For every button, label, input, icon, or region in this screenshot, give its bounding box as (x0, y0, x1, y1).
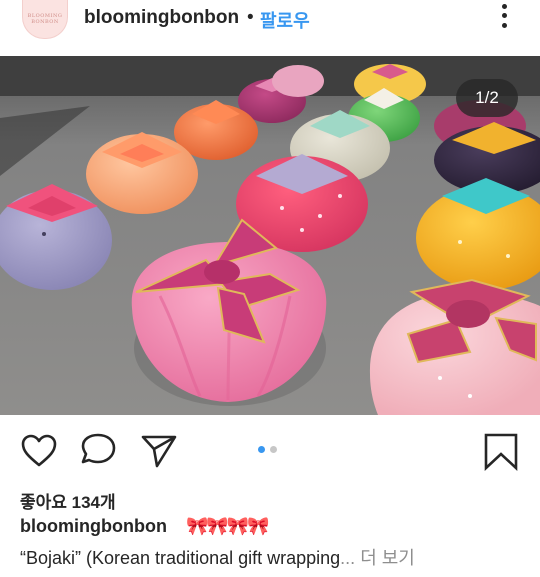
image-counter: 1/2 (456, 79, 518, 117)
likes-count[interactable]: 좋아요 134개 (20, 488, 116, 513)
caption-text: “Bojaki” (Korean traditional gift wrappi… (20, 548, 341, 568)
more-options-icon[interactable] (496, 2, 512, 30)
cake-back-pink (272, 65, 324, 97)
caption-more-button[interactable]: 더 보기 (360, 548, 415, 568)
caption-text-line: “Bojaki” (Korean traditional gift wrappi… (20, 544, 415, 570)
caption-ellipsis: ... (340, 548, 361, 568)
carousel-indicator (258, 446, 277, 456)
send-icon[interactable] (140, 432, 180, 472)
post-image[interactable] (0, 56, 540, 415)
bookmark-icon[interactable] (482, 432, 522, 472)
carousel-dot-active (258, 446, 265, 453)
heart-icon[interactable] (20, 432, 60, 472)
separator-dot: • (247, 7, 254, 28)
avatar[interactable]: BLOOMING BONBON (22, 0, 68, 39)
carousel-dot (270, 446, 277, 453)
caption-emoji: 🎀🎀🎀🎀 (186, 516, 270, 536)
comment-icon[interactable] (80, 432, 120, 472)
post-header: BLOOMING BONBON bloomingbonbon • 팔로우 (0, 0, 540, 56)
post-username[interactable]: bloomingbonbon (84, 7, 239, 29)
avatar-logo-text-2: BONBON (31, 19, 59, 25)
follow-button[interactable]: 팔로우 (260, 7, 310, 33)
avatar-logo: BLOOMING BONBON (28, 13, 63, 25)
caption-username[interactable]: bloomingbonbon (20, 516, 167, 537)
